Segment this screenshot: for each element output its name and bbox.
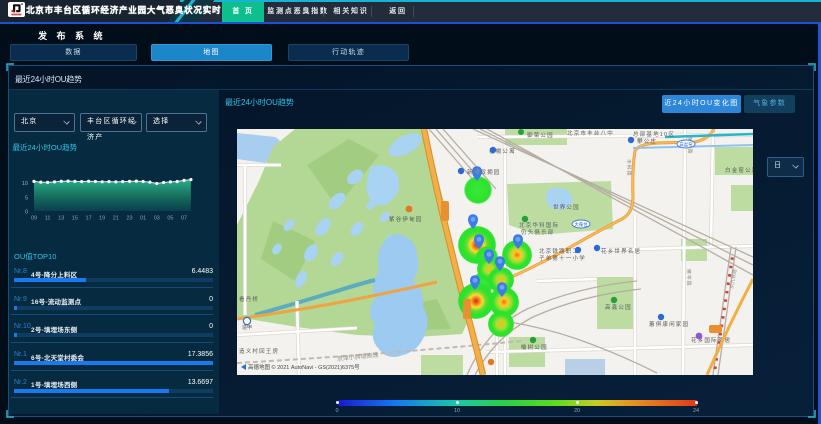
svg-text:21: 21 bbox=[113, 216, 119, 222]
svg-text:19: 19 bbox=[99, 216, 105, 222]
svg-text:紫谷伊甸园: 紫谷伊甸园 bbox=[389, 215, 423, 223]
svg-text:01: 01 bbox=[140, 216, 146, 222]
svg-text:10: 10 bbox=[22, 181, 28, 187]
svg-text:新华双拥园: 新华双拥园 bbox=[467, 168, 501, 176]
svg-text:15: 15 bbox=[72, 216, 78, 222]
svg-text:23: 23 bbox=[126, 216, 132, 222]
svg-text:造义村回王房: 造义村回王房 bbox=[239, 347, 279, 355]
svg-text:高德地图 © 2021 AutoNavi - GS(2021: 高德地图 © 2021 AutoNavi - GS(2021)6375号 bbox=[248, 363, 360, 371]
svg-text:17: 17 bbox=[86, 216, 92, 222]
svg-text:世界公园: 世界公园 bbox=[553, 203, 580, 211]
svg-text:北京市丰台八中: 北京市丰台八中 bbox=[567, 129, 614, 137]
svg-text:攀公庄: 攀公庄 bbox=[637, 137, 657, 145]
svg-text:09: 09 bbox=[31, 216, 37, 222]
svg-text:蕙俱康闲家园: 蕙俱康闲家园 bbox=[649, 320, 689, 328]
svg-text:0: 0 bbox=[25, 210, 28, 216]
svg-text:榆树公园: 榆树公园 bbox=[521, 343, 548, 351]
svg-text:高鑫公园: 高鑫公园 bbox=[605, 303, 632, 311]
svg-text:造甲: 造甲 bbox=[242, 324, 252, 331]
svg-text:大葆台: 大葆台 bbox=[574, 221, 588, 228]
svg-text:樊羊路: 樊羊路 bbox=[685, 269, 693, 287]
svg-text:05: 05 bbox=[167, 216, 173, 222]
svg-text:03: 03 bbox=[154, 216, 160, 222]
svg-text:花乡世界名居: 花乡世界名居 bbox=[601, 247, 641, 255]
svg-text:11: 11 bbox=[45, 216, 51, 222]
svg-text:子弟第十一小学: 子弟第十一小学 bbox=[539, 254, 586, 262]
svg-text:丰科路: 丰科路 bbox=[625, 159, 633, 177]
svg-text:仍头俱乐部: 仍头俱乐部 bbox=[521, 228, 555, 236]
svg-text:总部基地10区: 总部基地10区 bbox=[633, 130, 675, 138]
svg-text:御菜公园: 御菜公园 bbox=[527, 131, 554, 139]
svg-text:白盆窑: 白盆窑 bbox=[679, 141, 693, 148]
svg-text:13: 13 bbox=[58, 216, 64, 222]
svg-text:5: 5 bbox=[25, 196, 28, 202]
svg-text:白金窑公寓: 白金窑公寓 bbox=[725, 166, 753, 174]
svg-text:07: 07 bbox=[181, 216, 187, 222]
svg-text:北京铁路职工: 北京铁路职工 bbox=[539, 247, 579, 255]
svg-text:北京华科国际: 北京华科国际 bbox=[519, 221, 559, 229]
svg-text:看丹桥: 看丹桥 bbox=[239, 295, 259, 303]
